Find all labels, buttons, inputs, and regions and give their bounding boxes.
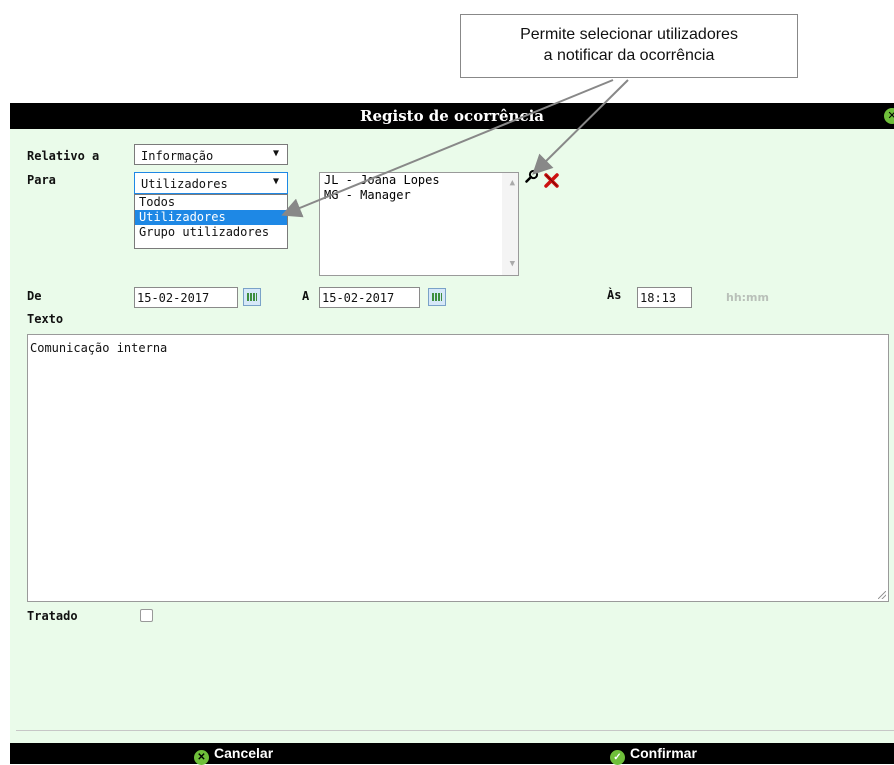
- dialog-footer: ✕ Cancelar ✓ Confirmar: [10, 743, 894, 765]
- tratado-checkbox[interactable]: [140, 609, 153, 622]
- tratado-label: Tratado: [27, 609, 78, 623]
- de-label: De: [27, 289, 42, 303]
- para-select[interactable]: Utilizadores ▼: [134, 172, 288, 194]
- relativo-label: Relativo a: [27, 149, 100, 163]
- a-date-input[interactable]: 15-02-2017: [319, 287, 420, 308]
- scroll-down-icon[interactable]: ▼: [510, 259, 515, 269]
- dialog-title: Registo de ocorrência: [360, 107, 544, 125]
- confirm-button[interactable]: ✓ Confirmar: [610, 745, 697, 765]
- texto-textarea[interactable]: Comunicação interna: [27, 334, 889, 602]
- close-icon[interactable]: ✕: [884, 108, 894, 124]
- cancel-button[interactable]: ✕ Cancelar: [194, 745, 273, 765]
- time-format-hint: hh:mm: [726, 291, 769, 304]
- annotation-callout: Permite selecionar utilizadores a notifi…: [460, 14, 798, 78]
- cancel-label: Cancelar: [214, 745, 274, 761]
- dropdown-arrow-icon: ▼: [272, 176, 279, 187]
- check-icon: ✓: [610, 750, 625, 765]
- resize-grip-icon[interactable]: [878, 591, 886, 599]
- para-label: Para: [27, 173, 56, 187]
- dialog-titlebar: Registo de ocorrência ✕: [10, 103, 894, 129]
- footer-divider: [16, 730, 894, 731]
- magnifier-icon[interactable]: [525, 169, 539, 183]
- de-date-input[interactable]: 15-02-2017: [134, 287, 238, 308]
- dropdown-arrow-icon: ▼: [272, 148, 279, 159]
- para-option-todos[interactable]: Todos: [135, 195, 287, 210]
- para-dropdown-list: Todos Utilizadores Grupo utilizadores: [134, 194, 288, 249]
- para-option-grupo[interactable]: Grupo utilizadores: [135, 225, 287, 240]
- time-input[interactable]: 18:13: [637, 287, 692, 308]
- confirm-label: Confirmar: [630, 745, 697, 761]
- list-item[interactable]: MG - Manager: [320, 188, 518, 203]
- relativo-value: Informação: [141, 149, 214, 163]
- selected-users-list[interactable]: JL - Joana Lopes MG - Manager ▲ ▼: [319, 172, 519, 276]
- calendar-icon[interactable]: [428, 288, 446, 306]
- occurrence-dialog: Registo de ocorrência ✕ Relativo a Infor…: [10, 103, 894, 765]
- para-value: Utilizadores: [141, 177, 228, 191]
- texto-value: Comunicação interna: [30, 341, 168, 355]
- cancel-icon: ✕: [194, 750, 209, 765]
- scroll-up-icon[interactable]: ▲: [510, 178, 515, 188]
- texto-label: Texto: [27, 312, 64, 326]
- list-item[interactable]: JL - Joana Lopes: [320, 173, 518, 188]
- para-option-utilizadores[interactable]: Utilizadores: [135, 210, 287, 225]
- calendar-icon[interactable]: [243, 288, 261, 306]
- red-x-icon[interactable]: [544, 173, 559, 188]
- callout-line-1: Permite selecionar utilizadores: [520, 26, 738, 43]
- callout-line-2: a notificar da ocorrência: [543, 47, 715, 64]
- relativo-select[interactable]: Informação ▼: [134, 144, 288, 165]
- as-label: Às: [607, 288, 622, 302]
- a-label: A: [302, 289, 310, 303]
- list-scrollbar[interactable]: ▲ ▼: [502, 173, 518, 275]
